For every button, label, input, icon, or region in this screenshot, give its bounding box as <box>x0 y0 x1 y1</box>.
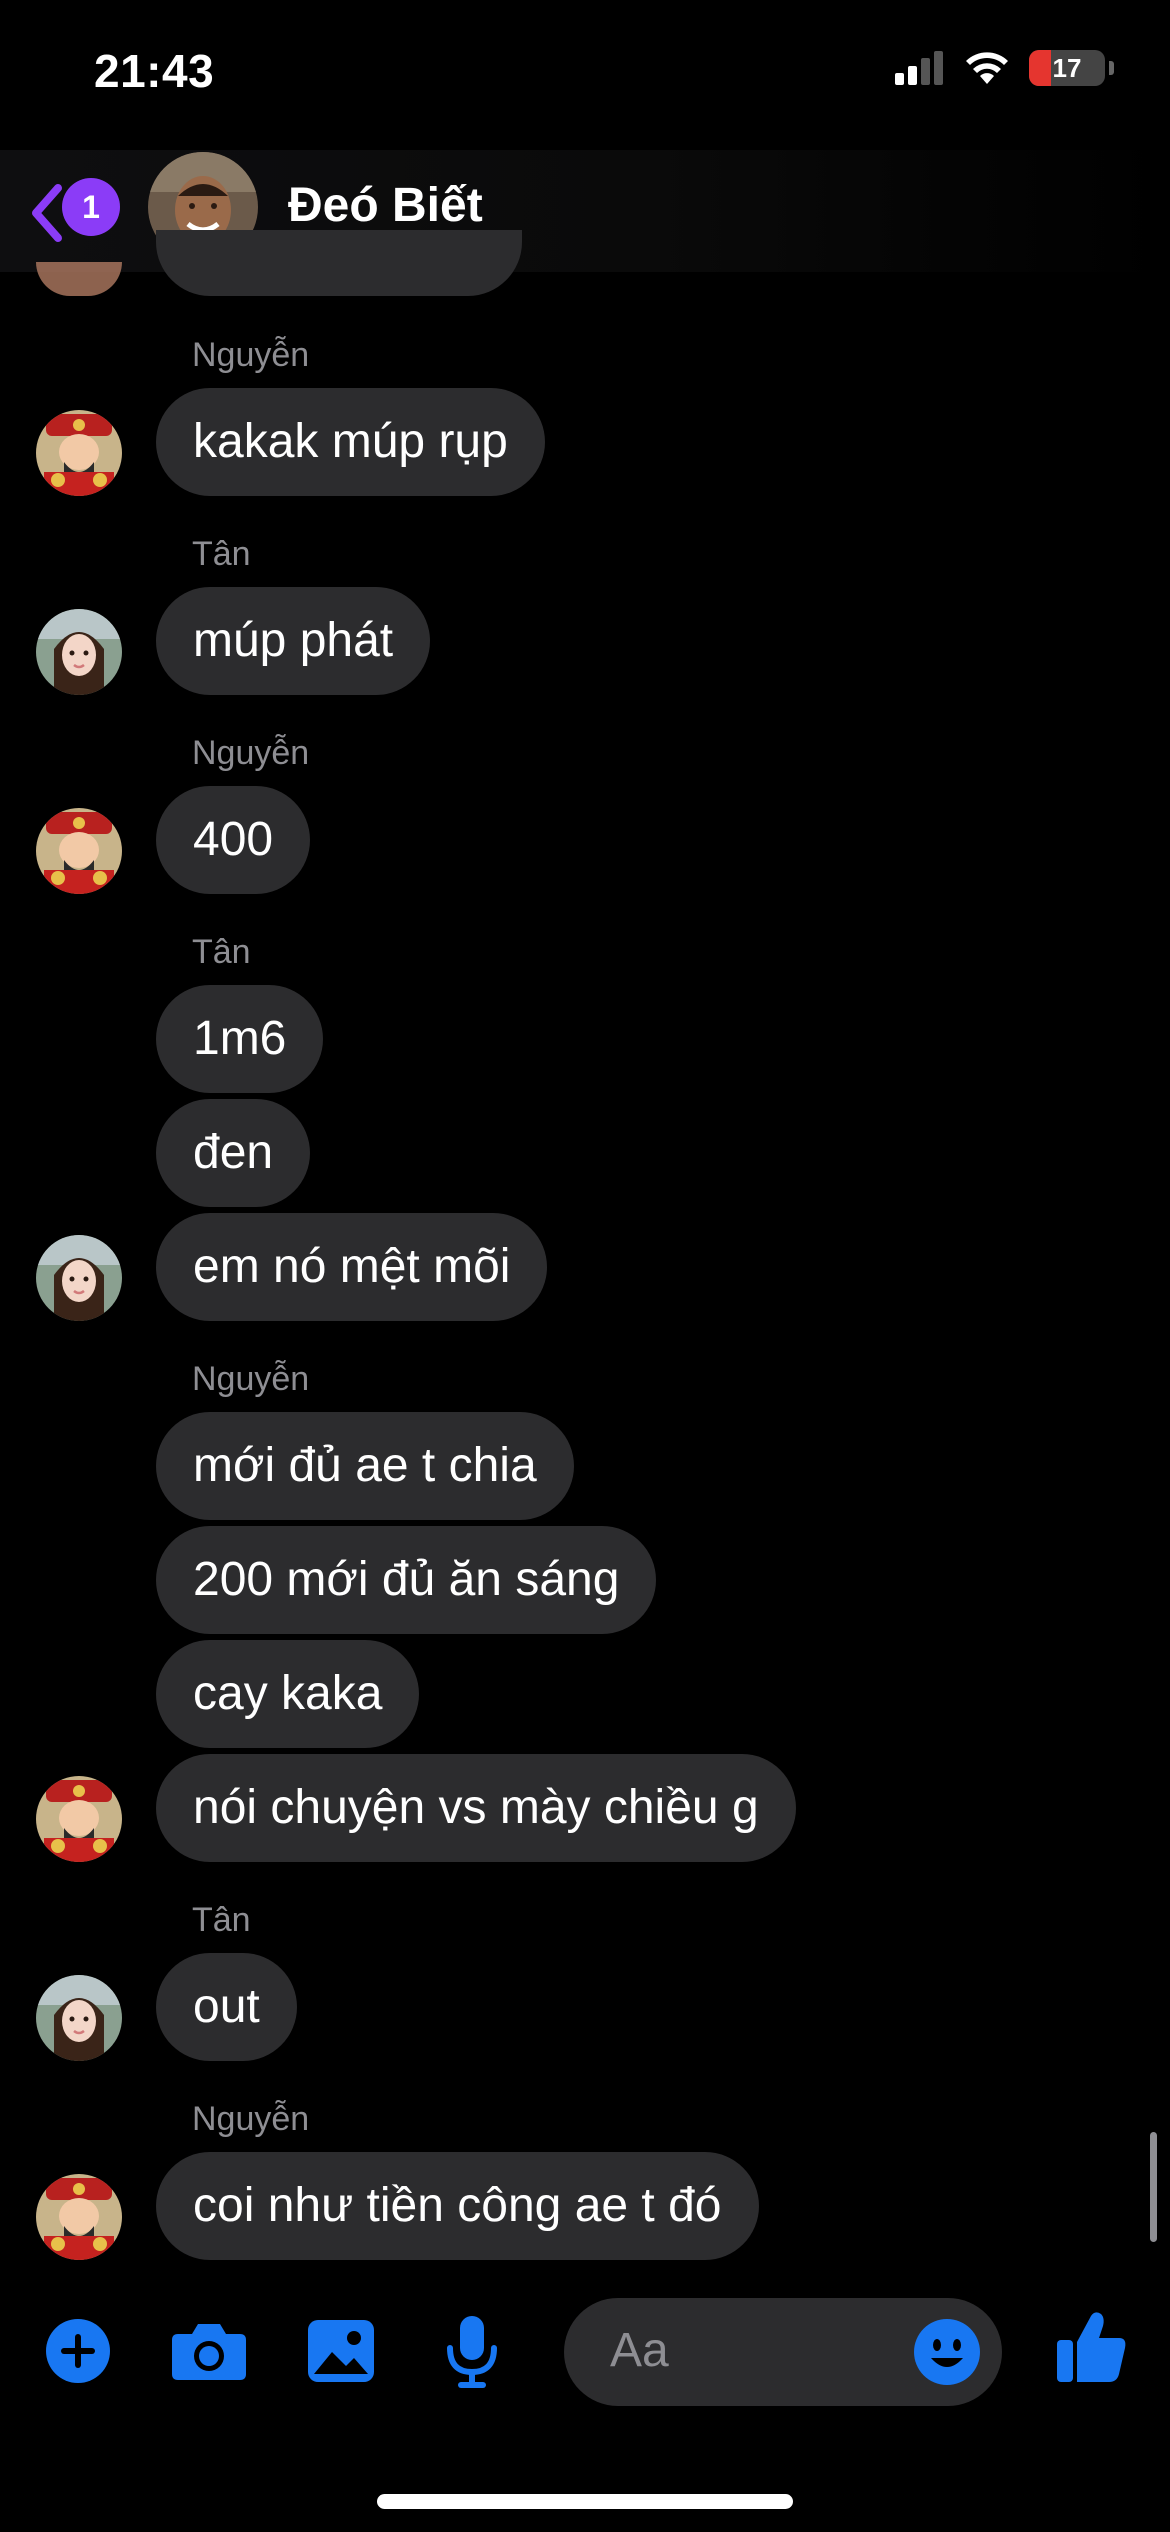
battery-level: 17 <box>1052 52 1082 83</box>
message-bubble[interactable]: đen <box>156 1099 311 1207</box>
message-bubble[interactable]: 200 mới đủ ăn sáng <box>156 1526 657 1634</box>
avatar-nguyen[interactable] <box>36 2174 122 2260</box>
message-bubble[interactable]: cay kaka <box>156 1640 420 1748</box>
contact-name[interactable]: Đeó Biết <box>288 178 483 233</box>
sender-label: Nguyễn <box>192 2100 310 2138</box>
avatar-tan[interactable] <box>36 1975 122 2061</box>
camera-icon[interactable] <box>170 2320 248 2382</box>
sender-label: Nguyễn <box>192 734 310 772</box>
message-bubble[interactable]: em nó mệt mõi <box>156 1213 548 1321</box>
avatar-nguyen[interactable] <box>36 1776 122 1862</box>
unread-badge[interactable]: 1 <box>62 178 120 236</box>
image-icon[interactable] <box>306 2318 376 2384</box>
message-bubble[interactable]: kakak múp rụp <box>156 388 545 496</box>
avatar-nguyen[interactable] <box>36 808 122 894</box>
message-bubble[interactable]: múp phát <box>156 587 431 695</box>
message-bubble[interactable]: nói chuyện vs mày chiều g <box>156 1754 796 1862</box>
status-time: 21:43 <box>94 45 215 97</box>
message-bubble[interactable]: out <box>156 1953 297 2061</box>
avatar-tan[interactable] <box>36 1235 122 1321</box>
status-bar: 21:43 17 <box>0 0 1170 150</box>
message-bubble[interactable]: mới đủ ae t chia <box>156 1412 574 1520</box>
emoji-icon[interactable] <box>913 2318 981 2386</box>
status-icons: 17 <box>895 50 1114 86</box>
microphone-icon[interactable] <box>444 2314 500 2390</box>
message-input-placeholder: Aa <box>610 2324 669 2377</box>
battery-icon: 17 <box>1029 50 1105 86</box>
sender-label: Tân <box>192 535 251 573</box>
wifi-icon <box>966 52 1008 84</box>
partial-bubble <box>156 230 522 296</box>
cellular-signal-icon <box>895 51 943 85</box>
message-bubble[interactable]: 1m6 <box>156 985 324 1093</box>
sender-label: Tân <box>192 1901 251 1939</box>
message-bubble[interactable]: coi như tiền công ae t đó <box>156 2152 759 2260</box>
avatar-nguyen[interactable] <box>36 410 122 496</box>
sender-label: Nguyễn <box>192 336 310 374</box>
sender-label: Tân <box>192 933 251 971</box>
partial-avatar <box>36 262 122 296</box>
plus-circle-icon[interactable] <box>45 2318 111 2384</box>
thumbs-up-icon[interactable] <box>1055 2310 1127 2384</box>
avatar-tan[interactable] <box>36 609 122 695</box>
message-bubble[interactable]: 400 <box>156 786 311 894</box>
sender-label: Nguyễn <box>192 1360 310 1398</box>
home-indicator[interactable] <box>377 2494 793 2509</box>
scroll-indicator[interactable] <box>1150 2132 1157 2242</box>
